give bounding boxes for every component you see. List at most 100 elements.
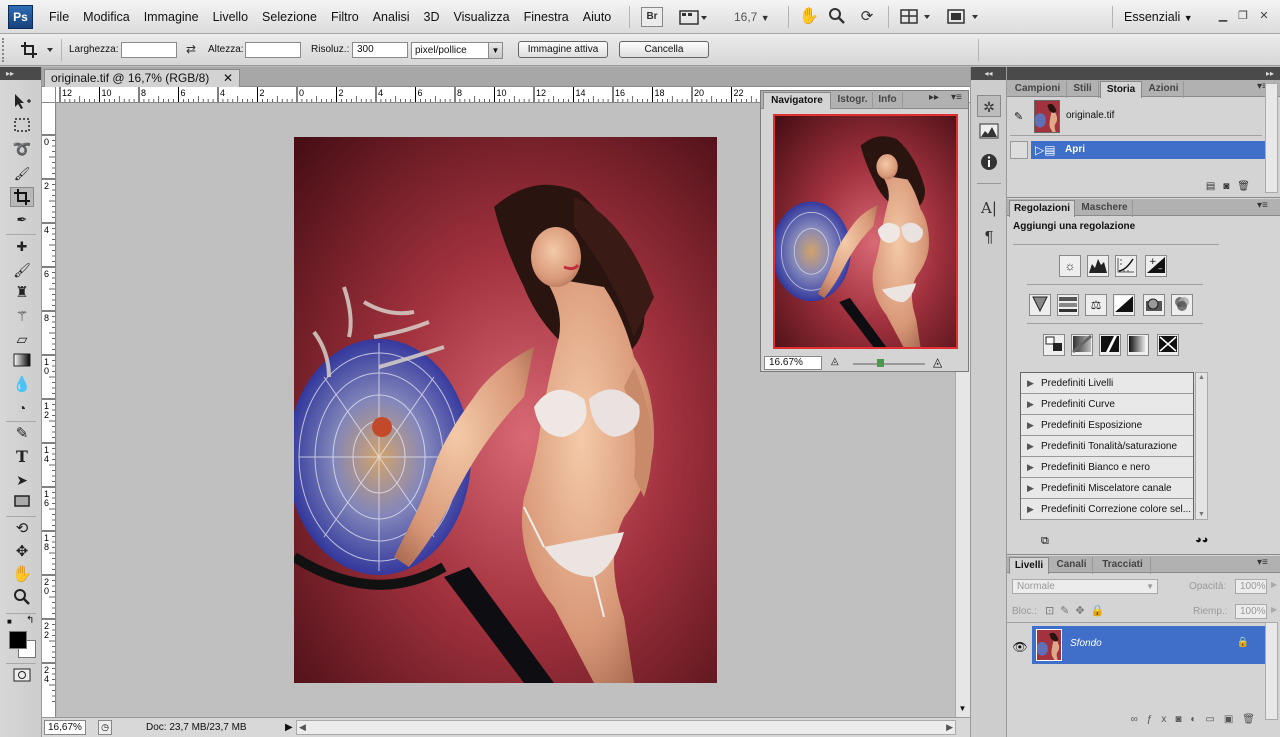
menu-aiuto[interactable]: Aiuto — [576, 0, 619, 34]
channel-mixer-icon[interactable] — [1171, 294, 1193, 316]
pen-tool-icon[interactable]: ✎ — [10, 424, 34, 444]
front-image-button[interactable]: Immagine attiva — [518, 41, 608, 58]
resolution-unit-select[interactable]: pixel/pollice ▼ — [411, 42, 503, 59]
blend-mode-select[interactable]: Normale ▼ — [1012, 579, 1158, 594]
3d-orbit-tool-icon[interactable]: ✥ — [10, 542, 34, 562]
hue-saturation-icon[interactable] — [1057, 294, 1079, 316]
status-menu-arrow-icon[interactable]: ▶ — [285, 722, 293, 733]
collapse-panel-icon[interactable]: ▸▸ — [929, 92, 939, 103]
shape-tool-icon[interactable] — [10, 493, 34, 513]
histogram-panel-icon[interactable] — [977, 123, 1001, 145]
menu-selezione[interactable]: Selezione — [255, 0, 324, 34]
navigator-zoom-field[interactable]: 16.67% — [764, 356, 822, 370]
history-state-open[interactable]: ▷▤ Apri — [1031, 141, 1265, 159]
tab-styles[interactable]: Stili — [1067, 81, 1099, 98]
resolution-field[interactable]: 300 — [352, 42, 408, 58]
scroll-down-icon[interactable]: ▼ — [957, 704, 968, 715]
quick-mask-icon[interactable] — [10, 667, 34, 687]
tab-navigator[interactable]: Navigatore — [763, 92, 831, 109]
preset-item[interactable]: ▶ Predefiniti Correzione colore sel... — [1021, 499, 1193, 520]
presets-scrollbar[interactable]: ▲ ▼ — [1195, 372, 1208, 520]
lock-options-icons[interactable]: ⊡✎✥🔒 — [1045, 604, 1110, 617]
3d-rotate-tool-icon[interactable]: ⟲ — [10, 519, 34, 539]
zoom-out-icon[interactable]: ◬ — [831, 356, 839, 367]
tab-history[interactable]: Storia — [1100, 81, 1142, 98]
crop-tool-preset-icon[interactable] — [20, 41, 60, 59]
navigator-zoom-slider[interactable] — [853, 359, 925, 367]
layers-footer-icons[interactable]: ∞ƒx◙◐▭▣🗑 — [1131, 714, 1264, 725]
layers-scrollbar[interactable] — [1265, 622, 1278, 720]
ruler-origin[interactable] — [42, 87, 56, 103]
selective-color-icon[interactable] — [1157, 334, 1179, 356]
threshold-icon[interactable] — [1099, 334, 1121, 356]
black-white-icon[interactable] — [1113, 294, 1135, 316]
menu-finestra[interactable]: Finestra — [517, 0, 576, 34]
preset-item[interactable]: ▶ Predefiniti Tonalità/saturazione — [1021, 436, 1193, 457]
vibrance-icon[interactable] — [1029, 294, 1051, 316]
hand-tool-icon[interactable]: ✋ — [10, 565, 34, 585]
clip-adjustment-icon[interactable]: ◕◕ — [1195, 534, 1208, 546]
options-bar-grip[interactable] — [2, 38, 8, 62]
photo-filter-icon[interactable] — [1143, 294, 1165, 316]
horizontal-scrollbar[interactable]: ◀ ▶ — [296, 720, 956, 735]
zoom-tool-icon[interactable] — [10, 588, 34, 608]
crop-tool-icon[interactable] — [10, 187, 34, 207]
tab-layers[interactable]: Livelli — [1009, 557, 1049, 574]
screen-mode-icon[interactable] — [944, 7, 982, 27]
document-image[interactable] — [294, 137, 717, 683]
restore-icon[interactable]: ❐ — [1236, 9, 1250, 23]
zoom-level-menu[interactable]: 16,7 ▼ — [734, 7, 770, 27]
opacity-field[interactable]: 100% — [1235, 579, 1267, 594]
menu-filtro[interactable]: Filtro — [324, 0, 366, 34]
panel-menu-icon[interactable]: ▾≡ — [1257, 200, 1268, 211]
menu-immagine[interactable]: Immagine — [137, 0, 206, 34]
healing-brush-tool-icon[interactable]: ✚ — [10, 237, 34, 257]
brightness-contrast-icon[interactable]: ☼ — [1059, 255, 1081, 277]
collapsed-strip-header[interactable]: ◂◂ — [971, 67, 1006, 80]
tab-masks[interactable]: Maschere — [1077, 200, 1133, 217]
menu-3d[interactable]: 3D — [417, 0, 447, 34]
preset-item[interactable]: ▶ Predefiniti Bianco e nero — [1021, 457, 1193, 478]
dodge-tool-icon[interactable]: ◔ — [10, 398, 34, 418]
paragraph-panel-icon[interactable]: ¶ — [977, 227, 1001, 249]
close-icon[interactable]: ✕ — [1257, 9, 1271, 23]
document-tab[interactable]: originale.tif @ 16,7% (RGB/8) ✕ — [44, 69, 240, 87]
move-tool-icon[interactable] — [10, 93, 34, 113]
history-snapshot[interactable]: ✎ originale.tif — [1010, 100, 1262, 134]
rotate-view-icon[interactable]: ⟳ — [856, 7, 878, 27]
preset-item[interactable]: ▶ Predefiniti Curve — [1021, 394, 1193, 415]
right-dock-header[interactable]: ▸▸ — [1007, 67, 1280, 80]
height-field[interactable] — [245, 42, 301, 58]
brush-tool-icon[interactable]: 🖌 — [10, 260, 34, 280]
tab-paths[interactable]: Tracciati — [1095, 557, 1151, 574]
menu-livello[interactable]: Livello — [206, 0, 255, 34]
eyedropper-tool-icon[interactable]: ✒ — [10, 210, 34, 230]
tab-info[interactable]: Info — [873, 92, 903, 109]
menu-modifica[interactable]: Modifica — [76, 0, 137, 34]
posterize-icon[interactable] — [1071, 334, 1093, 356]
tab-swatches[interactable]: Campioni — [1009, 81, 1067, 98]
clear-button[interactable]: Cancella — [619, 41, 709, 58]
lasso-tool-icon[interactable]: ➰ — [10, 140, 34, 160]
eraser-tool-icon[interactable]: ▱ — [10, 329, 34, 349]
quick-selection-tool-icon[interactable]: 🖌 — [10, 164, 34, 184]
zoom-in-icon[interactable]: ◬ — [933, 355, 942, 369]
vertical-ruler[interactable]: 024681012141618202224 — [42, 103, 56, 717]
swap-dimensions-icon[interactable]: ⇄ — [186, 42, 200, 58]
gradient-tool-icon[interactable] — [10, 352, 34, 372]
history-brush-tool-icon[interactable]: ⚚ — [10, 306, 34, 326]
scroll-up-icon[interactable]: ▲ — [1198, 374, 1205, 381]
type-tool-icon[interactable]: T — [10, 447, 34, 467]
invert-icon[interactable] — [1043, 334, 1065, 356]
snapshot-source-icon[interactable]: ✎ — [1014, 110, 1023, 123]
preset-item[interactable]: ▶ Predefiniti Miscelatore canale — [1021, 478, 1193, 499]
bridge-button[interactable]: Br — [641, 7, 663, 27]
color-balance-icon[interactable]: ⚖ — [1085, 294, 1107, 316]
preset-item[interactable]: ▶ Predefiniti Livelli — [1021, 373, 1193, 394]
scroll-right-icon[interactable]: ▶ — [946, 722, 953, 733]
menu-visualizza[interactable]: Visualizza — [447, 0, 517, 34]
marquee-tool-icon[interactable] — [10, 117, 34, 137]
workspace-switcher[interactable]: Essenziali ▼ — [1124, 0, 1193, 34]
status-info-icon[interactable]: ◷ — [98, 720, 112, 735]
hand-tool-icon[interactable]: ✋ — [798, 7, 820, 27]
